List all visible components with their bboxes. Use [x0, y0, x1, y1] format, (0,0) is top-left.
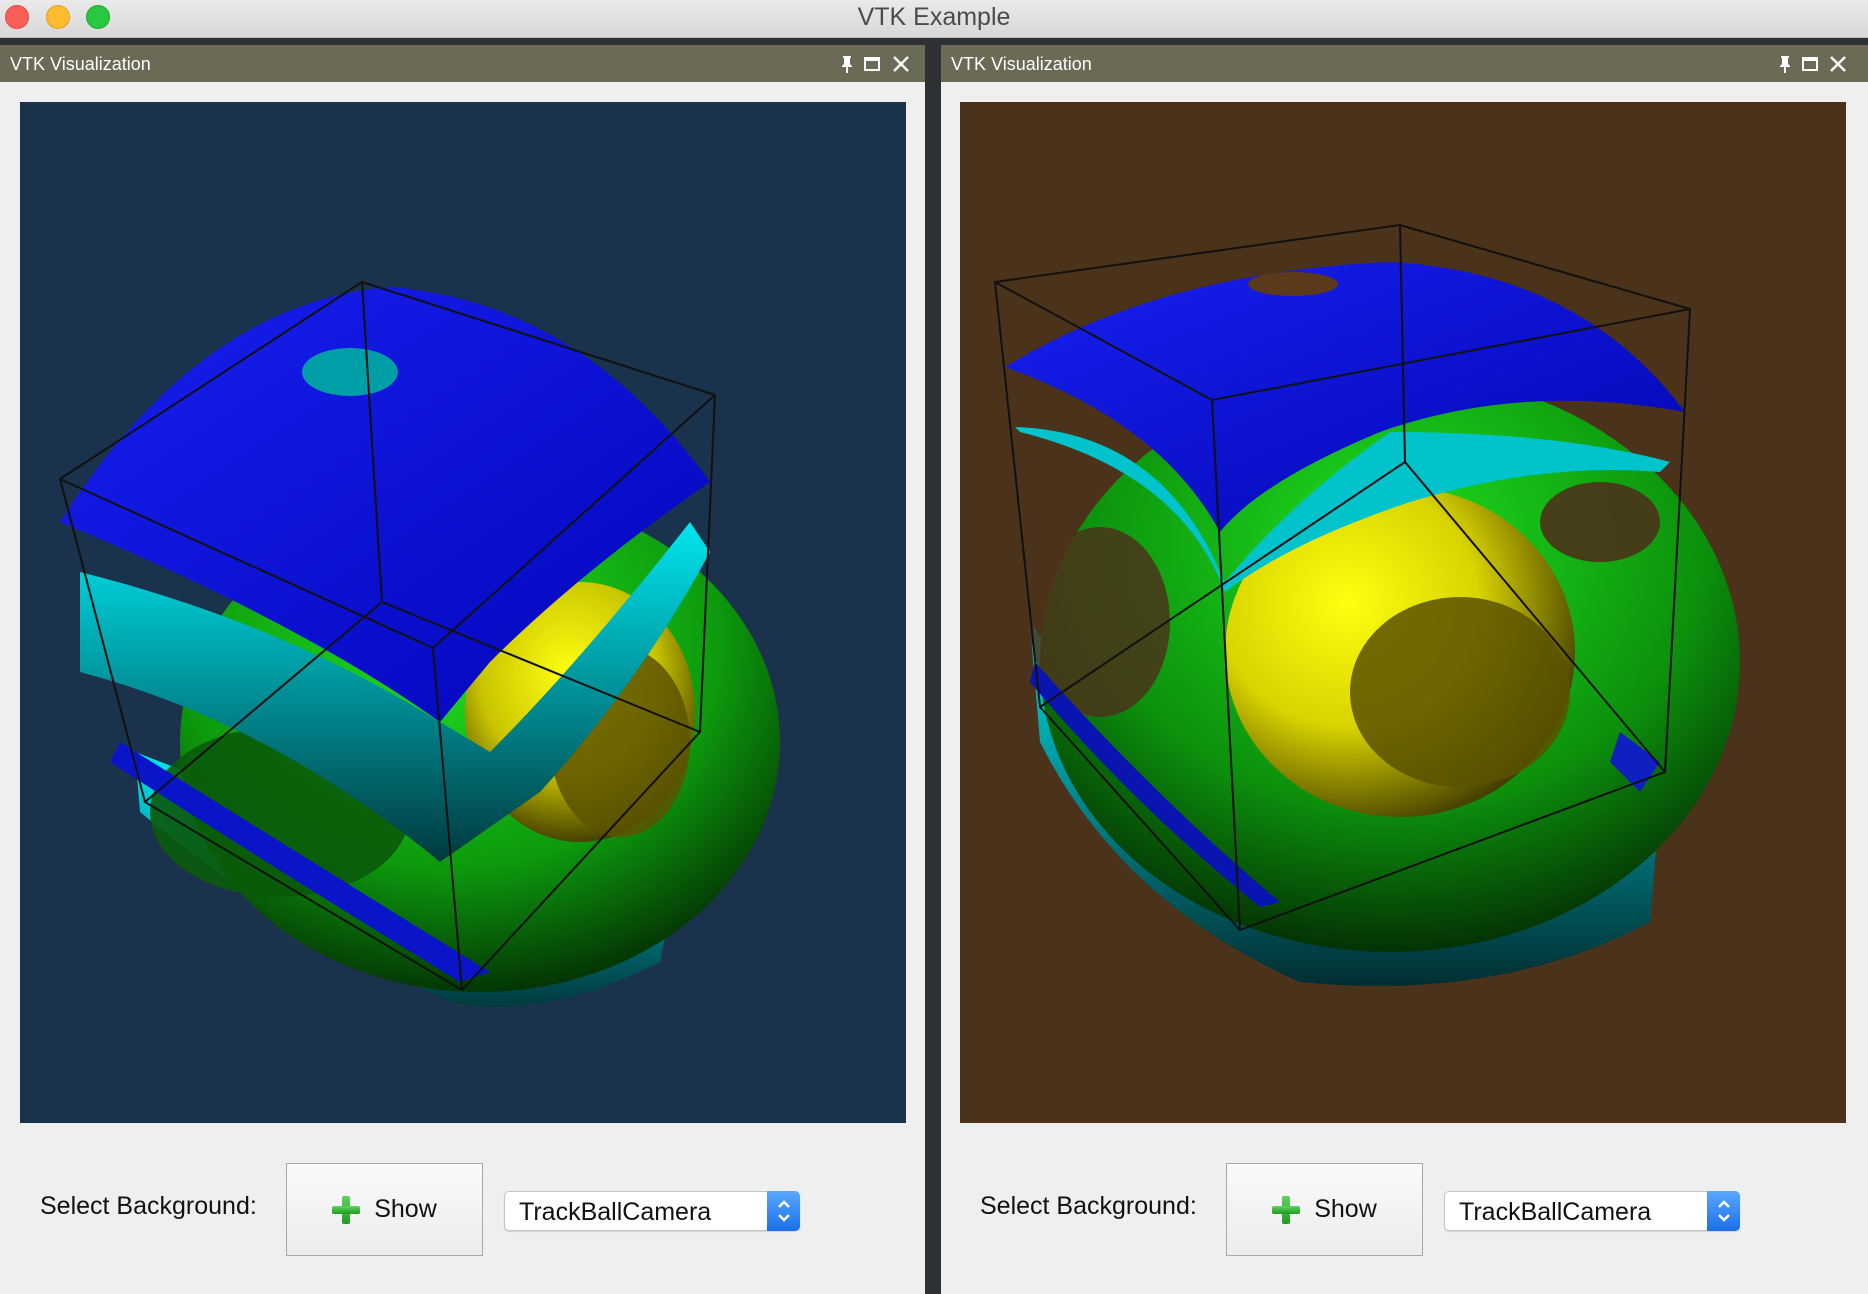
render-canvas[interactable]: [20, 102, 906, 1123]
dock-header[interactable]: VTK Visualization: [0, 45, 925, 82]
dock-panel-left: VTK Visualization Select Background: Sho…: [0, 45, 925, 1294]
select-background-label: Select Background:: [980, 1192, 1197, 1220]
window-title: VTK Example: [857, 3, 1011, 31]
app-window: VTK Example VTK Visualization Select Bac…: [0, 0, 1868, 1294]
pin-icon[interactable]: [836, 53, 858, 75]
vtk-render-view[interactable]: [960, 102, 1846, 1123]
dock-title: VTK Visualization: [951, 54, 1092, 74]
show-button-label: Show: [374, 1195, 437, 1223]
show-button[interactable]: Show: [1226, 1163, 1423, 1256]
camera-style-value: TrackBallCamera: [519, 1198, 712, 1226]
pin-icon[interactable]: [1774, 53, 1796, 75]
surface-hole-top: [1248, 272, 1338, 296]
up-down-arrows-icon[interactable]: [767, 1191, 800, 1231]
surface-hole-top: [302, 348, 398, 396]
close-icon[interactable]: [890, 53, 912, 75]
show-button-label: Show: [1314, 1195, 1377, 1223]
toolbar-separator: [0, 38, 1868, 45]
vtk-render-view[interactable]: [20, 102, 906, 1123]
close-icon[interactable]: [1827, 53, 1849, 75]
dock-title: VTK Visualization: [10, 54, 151, 74]
camera-style-select[interactable]: TrackBallCamera: [1444, 1191, 1740, 1231]
camera-style-value: TrackBallCamera: [1459, 1198, 1652, 1226]
dock-header[interactable]: VTK Visualization: [941, 45, 1868, 82]
float-icon[interactable]: [1799, 53, 1821, 75]
yellow-sphere-shadow: [1350, 597, 1570, 787]
camera-style-select[interactable]: TrackBallCamera: [504, 1191, 800, 1231]
green-shell-hole: [1540, 482, 1660, 562]
title-bar[interactable]: VTK Example: [0, 0, 1868, 38]
float-icon[interactable]: [861, 53, 883, 75]
dock-splitter[interactable]: [925, 45, 941, 1294]
select-background-label: Select Background:: [40, 1192, 257, 1220]
dock-panel-right: VTK Visualization Select Background: Sho…: [941, 45, 1868, 1294]
plus-icon: [332, 1195, 361, 1224]
render-canvas[interactable]: [960, 102, 1846, 1123]
up-down-arrows-icon[interactable]: [1707, 1191, 1740, 1231]
show-button[interactable]: Show: [286, 1163, 483, 1256]
plus-icon: [1272, 1195, 1301, 1224]
